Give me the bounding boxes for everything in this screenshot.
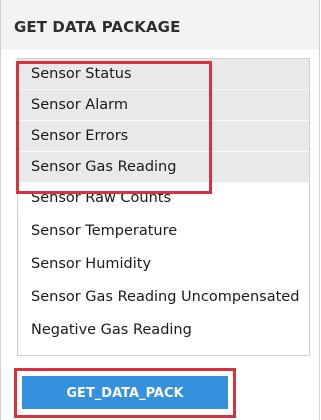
list-item-sensor-raw-counts[interactable]: Sensor Raw Counts <box>18 183 309 214</box>
list-item-sensor-humidity[interactable]: Sensor Humidity <box>18 249 309 280</box>
data-package-list[interactable]: Sensor Status Sensor Alarm Sensor Errors… <box>17 58 310 356</box>
get-data-pack-button[interactable]: GET_DATA_PACK <box>22 376 228 409</box>
list-item-sensor-status[interactable]: Sensor Status <box>18 59 309 90</box>
get-data-package-panel: GET DATA PACKAGE Sensor Status Sensor Al… <box>0 0 320 420</box>
list-item-sensor-alarm[interactable]: Sensor Alarm <box>18 90 309 121</box>
list-item-sensor-gas-reading-uncompensated[interactable]: Sensor Gas Reading Uncompensated <box>18 282 309 313</box>
panel-header: GET DATA PACKAGE <box>1 0 319 50</box>
list-item-negative-gas-reading[interactable]: Negative Gas Reading <box>18 315 309 346</box>
list-item-sensor-gas-reading[interactable]: Sensor Gas Reading <box>18 152 309 183</box>
list-item-sensor-errors[interactable]: Sensor Errors <box>18 121 309 152</box>
panel-title: GET DATA PACKAGE <box>14 18 181 36</box>
list-item-sensor-temperature[interactable]: Sensor Temperature <box>18 216 309 247</box>
